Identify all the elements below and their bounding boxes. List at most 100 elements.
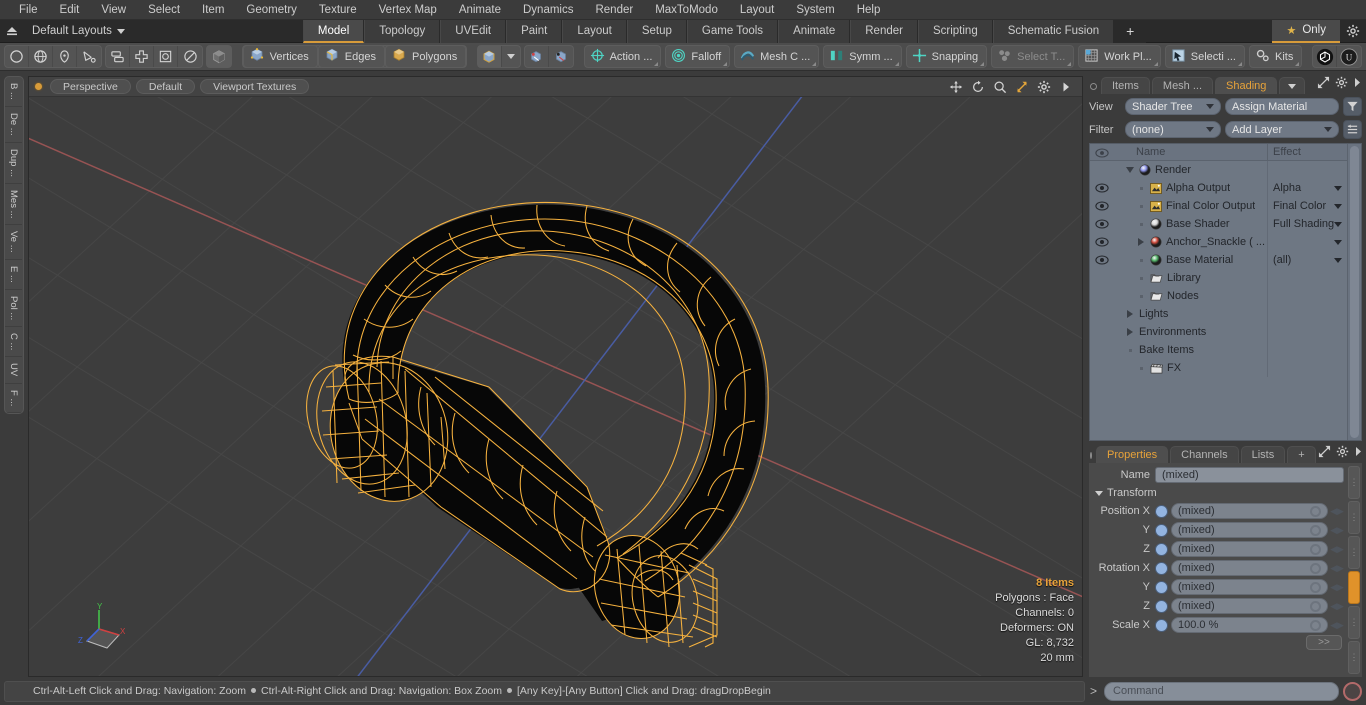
shader-tree-row[interactable]: Lights	[1090, 305, 1347, 323]
stepper-arrows-icon[interactable]: ◀▶	[1330, 618, 1344, 632]
popup-corner-icon[interactable]	[654, 62, 659, 66]
layout-tab-paint[interactable]: Paint	[506, 19, 563, 43]
chevron-right-icon[interactable]	[1354, 446, 1363, 460]
expander-expand-icon[interactable]	[1125, 310, 1135, 318]
property-value-field[interactable]: (mixed)	[1171, 541, 1328, 557]
scrollbar-thumb[interactable]	[1350, 146, 1359, 438]
mini-dial-icon[interactable]	[1310, 619, 1321, 631]
toolbar-pill-action-center[interactable]: Action ...	[583, 45, 662, 68]
visibility-eye-icon[interactable]	[1090, 251, 1114, 269]
properties-tab-channels[interactable]: Channels	[1170, 446, 1239, 463]
left-tool-tab-6[interactable]: Pol ...	[5, 290, 22, 327]
menu-item-layout[interactable]: Layout	[729, 0, 786, 20]
menu-item-geometry[interactable]: Geometry	[235, 0, 308, 20]
popup-corner-icon[interactable]	[894, 62, 899, 66]
zoom-icon[interactable]	[992, 79, 1008, 95]
gear-icon[interactable]	[1335, 76, 1348, 92]
visibility-eye-icon[interactable]	[1090, 179, 1114, 197]
left-tool-tab-9[interactable]: F ...	[5, 384, 22, 413]
mini-dial-icon[interactable]	[1310, 600, 1321, 612]
toolbar-pill-selection-set[interactable]: Selecti ...	[1164, 45, 1245, 68]
mini-dial-icon[interactable]	[1310, 524, 1321, 536]
menu-item-select[interactable]: Select	[137, 0, 191, 20]
cube-icon[interactable]	[207, 46, 231, 67]
visibility-eye-icon[interactable]	[1090, 233, 1114, 251]
mirror-icon[interactable]	[106, 46, 130, 67]
layout-tab-scripting[interactable]: Scripting	[917, 19, 993, 43]
toolbar-pill-symmetry[interactable]: Symm ...	[823, 45, 902, 68]
selection-mode-vertices[interactable]: Vertices	[242, 45, 318, 68]
only-toggle-button[interactable]: ★ Only	[1272, 19, 1340, 43]
radial-icon[interactable]	[178, 46, 202, 67]
menu-item-system[interactable]: System	[785, 0, 845, 20]
menu-item-file[interactable]: File	[8, 0, 49, 20]
shading-style-button[interactable]: Default	[135, 79, 196, 94]
shader-tree-row-effect[interactable]: Full Shading	[1267, 215, 1347, 233]
transform-section-header[interactable]: Transform	[1089, 485, 1346, 502]
shading-tab-items[interactable]: Items	[1101, 77, 1150, 94]
chevron-down-icon[interactable]	[1334, 203, 1342, 209]
layout-tab-uvedit[interactable]: UVEdit	[440, 19, 507, 43]
menu-item-edit[interactable]: Edit	[49, 0, 91, 20]
chevron-down-icon[interactable]	[1334, 257, 1342, 263]
command-input[interactable]: Command	[1104, 681, 1339, 701]
shader-tree-row[interactable]: Base Shader Full Shading	[1090, 215, 1347, 233]
shader-tree-row[interactable]: Library	[1090, 269, 1347, 287]
shader-tree-row-effect[interactable]	[1267, 287, 1347, 305]
shader-tree-row-effect[interactable]	[1267, 233, 1347, 251]
side-cell-5[interactable]: ⋮	[1348, 606, 1360, 639]
stepper-arrows-icon[interactable]: ◀▶	[1330, 523, 1344, 537]
shader-filter-select[interactable]: (none)	[1125, 121, 1221, 138]
channel-dot-icon[interactable]	[1155, 523, 1168, 537]
menu-item-vertex-map[interactable]: Vertex Map	[368, 0, 448, 20]
shader-tree-row-effect[interactable]: Alpha	[1267, 179, 1347, 197]
viewport-canvas[interactable]: Y X Z 8 Items Polygons : Face Channels: …	[29, 97, 1082, 676]
toolbar-pill-snapping[interactable]: Snapping	[905, 45, 988, 68]
property-value-field[interactable]: 100.0 %	[1171, 617, 1328, 633]
toolbar-pill-kits-gear[interactable]: Kits	[1249, 45, 1303, 68]
toolbar-pill-falloff[interactable]: Falloff	[665, 45, 731, 68]
shading-tab-dropdown[interactable]	[1279, 77, 1306, 94]
item-cube-icon[interactable]	[477, 46, 502, 67]
property-value-field[interactable]: (mixed)	[1171, 598, 1328, 614]
layout-tab-layout[interactable]: Layout	[562, 19, 627, 43]
expand-panel-icon[interactable]	[1318, 445, 1331, 461]
side-cell-active[interactable]	[1348, 571, 1360, 604]
shader-tree-row[interactable]: Anchor_Snackle ( ...	[1090, 233, 1347, 251]
left-tool-tab-0[interactable]: B ...	[5, 77, 22, 107]
shader-tree-row-effect[interactable]	[1267, 359, 1347, 377]
shader-view-select[interactable]: Shader Tree	[1125, 98, 1221, 115]
default-layouts-dropdown[interactable]: Default Layouts	[24, 25, 133, 37]
layout-tab-schematic-fusion[interactable]: Schematic Fusion	[992, 19, 1115, 43]
menu-item-item[interactable]: Item	[191, 0, 235, 20]
properties-tab-properties[interactable]: Properties	[1096, 446, 1169, 463]
assign-material-button[interactable]: Assign Material	[1225, 98, 1339, 115]
filter-funnel-icon[interactable]	[1343, 97, 1362, 116]
channel-dot-icon[interactable]	[1155, 542, 1168, 556]
toolbar-pill-work-plane[interactable]: Work Pl...	[1078, 45, 1161, 68]
property-value-field[interactable]: (mixed)	[1171, 579, 1328, 595]
selection-mode-edges[interactable]: Edges	[317, 45, 385, 68]
bounds-icon[interactable]	[154, 46, 178, 67]
shader-tree-row[interactable]: Bake Items	[1090, 341, 1347, 359]
side-cell-2[interactable]: ⋮	[1348, 501, 1360, 534]
channel-dot-icon[interactable]	[1155, 599, 1168, 613]
shader-tree-row-effect[interactable]	[1267, 269, 1347, 287]
layer-options-icon[interactable]	[1343, 120, 1362, 139]
stepper-arrows-icon[interactable]: ◀▶	[1330, 580, 1344, 594]
circle-icon[interactable]	[5, 46, 29, 67]
channel-dot-icon[interactable]	[1155, 561, 1168, 575]
mini-dial-icon[interactable]	[1310, 562, 1321, 574]
mini-dial-icon[interactable]	[1310, 505, 1321, 517]
fit-icon[interactable]	[1014, 79, 1030, 95]
left-tool-tab-5[interactable]: E ...	[5, 260, 22, 290]
add-layout-tab-button[interactable]: +	[1114, 19, 1147, 43]
shading-tab-mesh-[interactable]: Mesh ...	[1151, 77, 1214, 94]
viewport-textures-button[interactable]: Viewport Textures	[200, 79, 310, 94]
layout-tab-game-tools[interactable]: Game Tools	[686, 19, 779, 43]
popup-corner-icon[interactable]	[1067, 62, 1072, 66]
properties-tab--[interactable]: +	[1287, 446, 1316, 463]
expander-expand-icon[interactable]	[1125, 328, 1135, 336]
curve-icon[interactable]	[77, 46, 101, 67]
selection-mode-polygons[interactable]: Polygons	[385, 45, 467, 68]
